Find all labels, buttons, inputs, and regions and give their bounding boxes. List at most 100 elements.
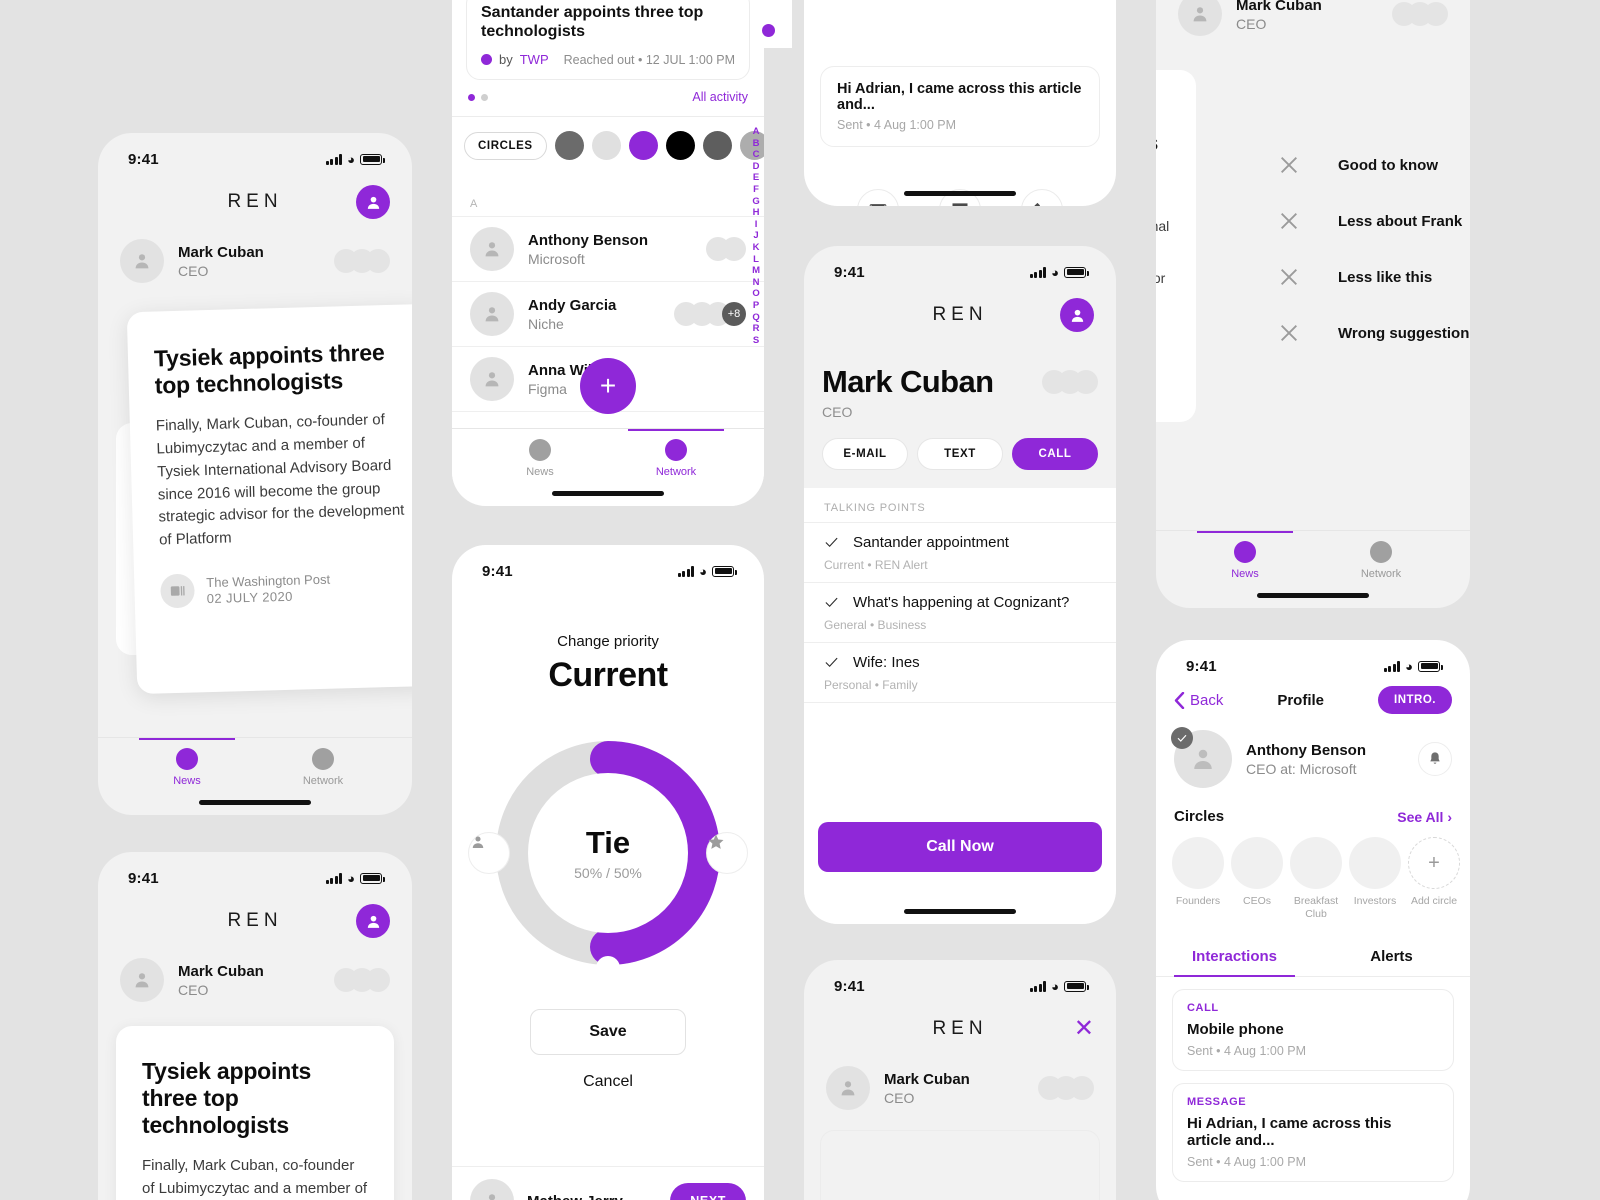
- signal-icon: [677, 565, 695, 577]
- person-role: CEO: [884, 1089, 915, 1106]
- profile-avatar-button[interactable]: [356, 185, 390, 219]
- wifi-icon: ◕: [1405, 658, 1413, 674]
- message-card[interactable]: Hi Adrian, I came across this article an…: [820, 66, 1100, 147]
- tab-alerts[interactable]: Alerts: [1313, 935, 1470, 976]
- feedback-option-wrong-suggestion[interactable]: Wrong suggestion: [1278, 322, 1469, 344]
- alpha-B[interactable]: B: [753, 138, 760, 150]
- article-card-front[interactable]: Tysiek appoints three top technologists …: [126, 303, 412, 695]
- peek-card[interactable]: [750, 0, 792, 48]
- alpha-F[interactable]: F: [753, 184, 759, 196]
- back-button[interactable]: Back: [1174, 691, 1224, 709]
- notification-bell-button[interactable]: [1418, 742, 1452, 776]
- next-person-row: Mathew Jerry NEXT: [452, 1166, 764, 1200]
- talking-point-item[interactable]: Santander appointment Current • REN Aler…: [804, 522, 1116, 582]
- alpha-E[interactable]: E: [753, 172, 759, 184]
- alpha-L[interactable]: L: [753, 254, 759, 266]
- ghost-heading: sts: [1156, 132, 1158, 156]
- share-person-row[interactable]: Mark Cuban CEO: [804, 1056, 1116, 1120]
- text-pill[interactable]: TEXT: [917, 438, 1003, 470]
- see-all-link[interactable]: See All ›: [1397, 809, 1452, 825]
- priority-gauge[interactable]: Tie 50% / 50%: [468, 737, 748, 980]
- talking-point-item[interactable]: What's happening at Cognizant? General •…: [804, 582, 1116, 642]
- gauge-knob[interactable]: [596, 956, 620, 980]
- talking-point-item[interactable]: Wife: Ines Personal • Family: [804, 642, 1116, 703]
- circle-swatch-3[interactable]: [665, 131, 695, 161]
- alpha-N[interactable]: N: [753, 277, 760, 289]
- screen-news-feed: 9:41 ◕ REN Mark Cuban CEO Tysiek appoint…: [98, 133, 412, 815]
- alpha-O[interactable]: O: [752, 288, 759, 300]
- contact-row[interactable]: Anthony Benson Microsoft: [452, 216, 764, 281]
- interaction-card[interactable]: CALL Mobile phone Sent • 4 Aug 1:00 PM: [1172, 989, 1454, 1072]
- share-placeholder-card[interactable]: [820, 1130, 1100, 1200]
- circle-investors[interactable]: Investors: [1349, 837, 1401, 921]
- app-wordmark: REN: [227, 191, 283, 212]
- next-button[interactable]: NEXT: [670, 1183, 746, 1200]
- feedback-option-less-about-frank[interactable]: Less about Frank: [1278, 210, 1469, 232]
- profile-segmented-control: Interactions Alerts: [1156, 935, 1470, 978]
- alpha-C[interactable]: C: [753, 149, 760, 161]
- status-icons: ◕: [1029, 980, 1089, 993]
- profile-avatar-button[interactable]: [1060, 298, 1094, 332]
- profile-avatar-button[interactable]: [356, 904, 390, 938]
- alpha-I[interactable]: I: [755, 219, 758, 231]
- alpha-H[interactable]: H: [753, 207, 760, 219]
- home-indicator: [904, 909, 1016, 914]
- call-now-button[interactable]: Call Now: [818, 822, 1102, 872]
- contact-row[interactable]: Andy Garcia Niche +8: [452, 281, 764, 346]
- feed-person-row[interactable]: Mark Cuban CEO: [98, 229, 412, 293]
- status-icons: ◕: [677, 565, 737, 578]
- alpha-G[interactable]: G: [752, 196, 759, 208]
- back-label: Back: [1190, 691, 1224, 709]
- status-icons: ◕: [325, 153, 385, 166]
- circle-breakfast-club[interactable]: Breakfast Club: [1290, 837, 1342, 921]
- circle-swatch-0[interactable]: [554, 131, 584, 161]
- save-button[interactable]: Save: [530, 1009, 686, 1055]
- app-bar: REN ✕: [804, 1002, 1116, 1056]
- article-card[interactable]: Tysiek appoints three top technologists …: [116, 1026, 394, 1200]
- app-wordmark: REN: [932, 1018, 988, 1039]
- email-pill[interactable]: E-MAIL: [822, 438, 908, 470]
- status-icons: ◕: [1383, 658, 1443, 674]
- alpha-M[interactable]: M: [752, 265, 760, 277]
- talking-points-header: TALKING POINTS: [824, 502, 926, 514]
- alpha-S[interactable]: S: [753, 335, 759, 347]
- cancel-button[interactable]: Cancel: [452, 1073, 764, 1091]
- check-icon: [824, 535, 839, 550]
- tab-interactions[interactable]: Interactions: [1156, 935, 1313, 978]
- status-bar: 9:41 ◕: [98, 133, 412, 175]
- alpha-D[interactable]: D: [753, 161, 760, 173]
- circles-pill-button[interactable]: CIRCLES: [464, 131, 547, 160]
- call-pill[interactable]: CALL: [1012, 438, 1098, 470]
- circle-swatch-2[interactable]: [628, 131, 658, 161]
- feedback-option-good-to-know[interactable]: Good to know: [1278, 154, 1469, 176]
- talking-point-meta: General • Business: [824, 618, 927, 632]
- alphabet-index[interactable]: A B C D E F G H I J K L M N O P Q R S: [752, 126, 760, 346]
- circle-founders[interactable]: Founders: [1172, 837, 1224, 921]
- alpha-A[interactable]: A: [753, 126, 760, 138]
- interaction-kind: MESSAGE: [1187, 1096, 1247, 1109]
- alpha-R[interactable]: R: [753, 323, 760, 335]
- circle-swatch-1[interactable]: [591, 131, 621, 161]
- circle-swatch-4[interactable]: [702, 131, 732, 161]
- action-email[interactable]: Email: [857, 189, 899, 206]
- feedback-option-less-like-this[interactable]: Less like this: [1278, 266, 1469, 288]
- activity-card[interactable]: Santander appoints three top technologis…: [466, 0, 750, 81]
- action-call[interactable]: Call: [1021, 189, 1063, 206]
- intro-button[interactable]: INTRO.: [1378, 686, 1452, 714]
- circle-ceos[interactable]: CEOs: [1231, 837, 1283, 921]
- close-icon[interactable]: ✕: [1074, 1017, 1094, 1041]
- add-contact-button[interactable]: +: [580, 358, 636, 414]
- interaction-title: Mobile phone: [1187, 1021, 1284, 1039]
- talking-point-meta: Current • REN Alert: [824, 558, 928, 572]
- alpha-K[interactable]: K: [753, 242, 760, 254]
- gauge-person-icon[interactable]: [468, 832, 510, 874]
- alpha-Q[interactable]: Q: [752, 312, 759, 324]
- feed-person-row[interactable]: Mark Cuban CEO: [98, 948, 412, 1012]
- gauge-star-icon[interactable]: [706, 832, 748, 874]
- alpha-P[interactable]: P: [753, 300, 759, 312]
- add-circle-button[interactable]: + Add circle: [1408, 837, 1460, 921]
- all-activity-link[interactable]: All activity: [692, 90, 748, 104]
- interaction-card[interactable]: MESSAGE Hi Adrian, I came across this ar…: [1172, 1083, 1454, 1183]
- alpha-J[interactable]: J: [753, 230, 758, 242]
- page-dots[interactable]: [468, 93, 488, 101]
